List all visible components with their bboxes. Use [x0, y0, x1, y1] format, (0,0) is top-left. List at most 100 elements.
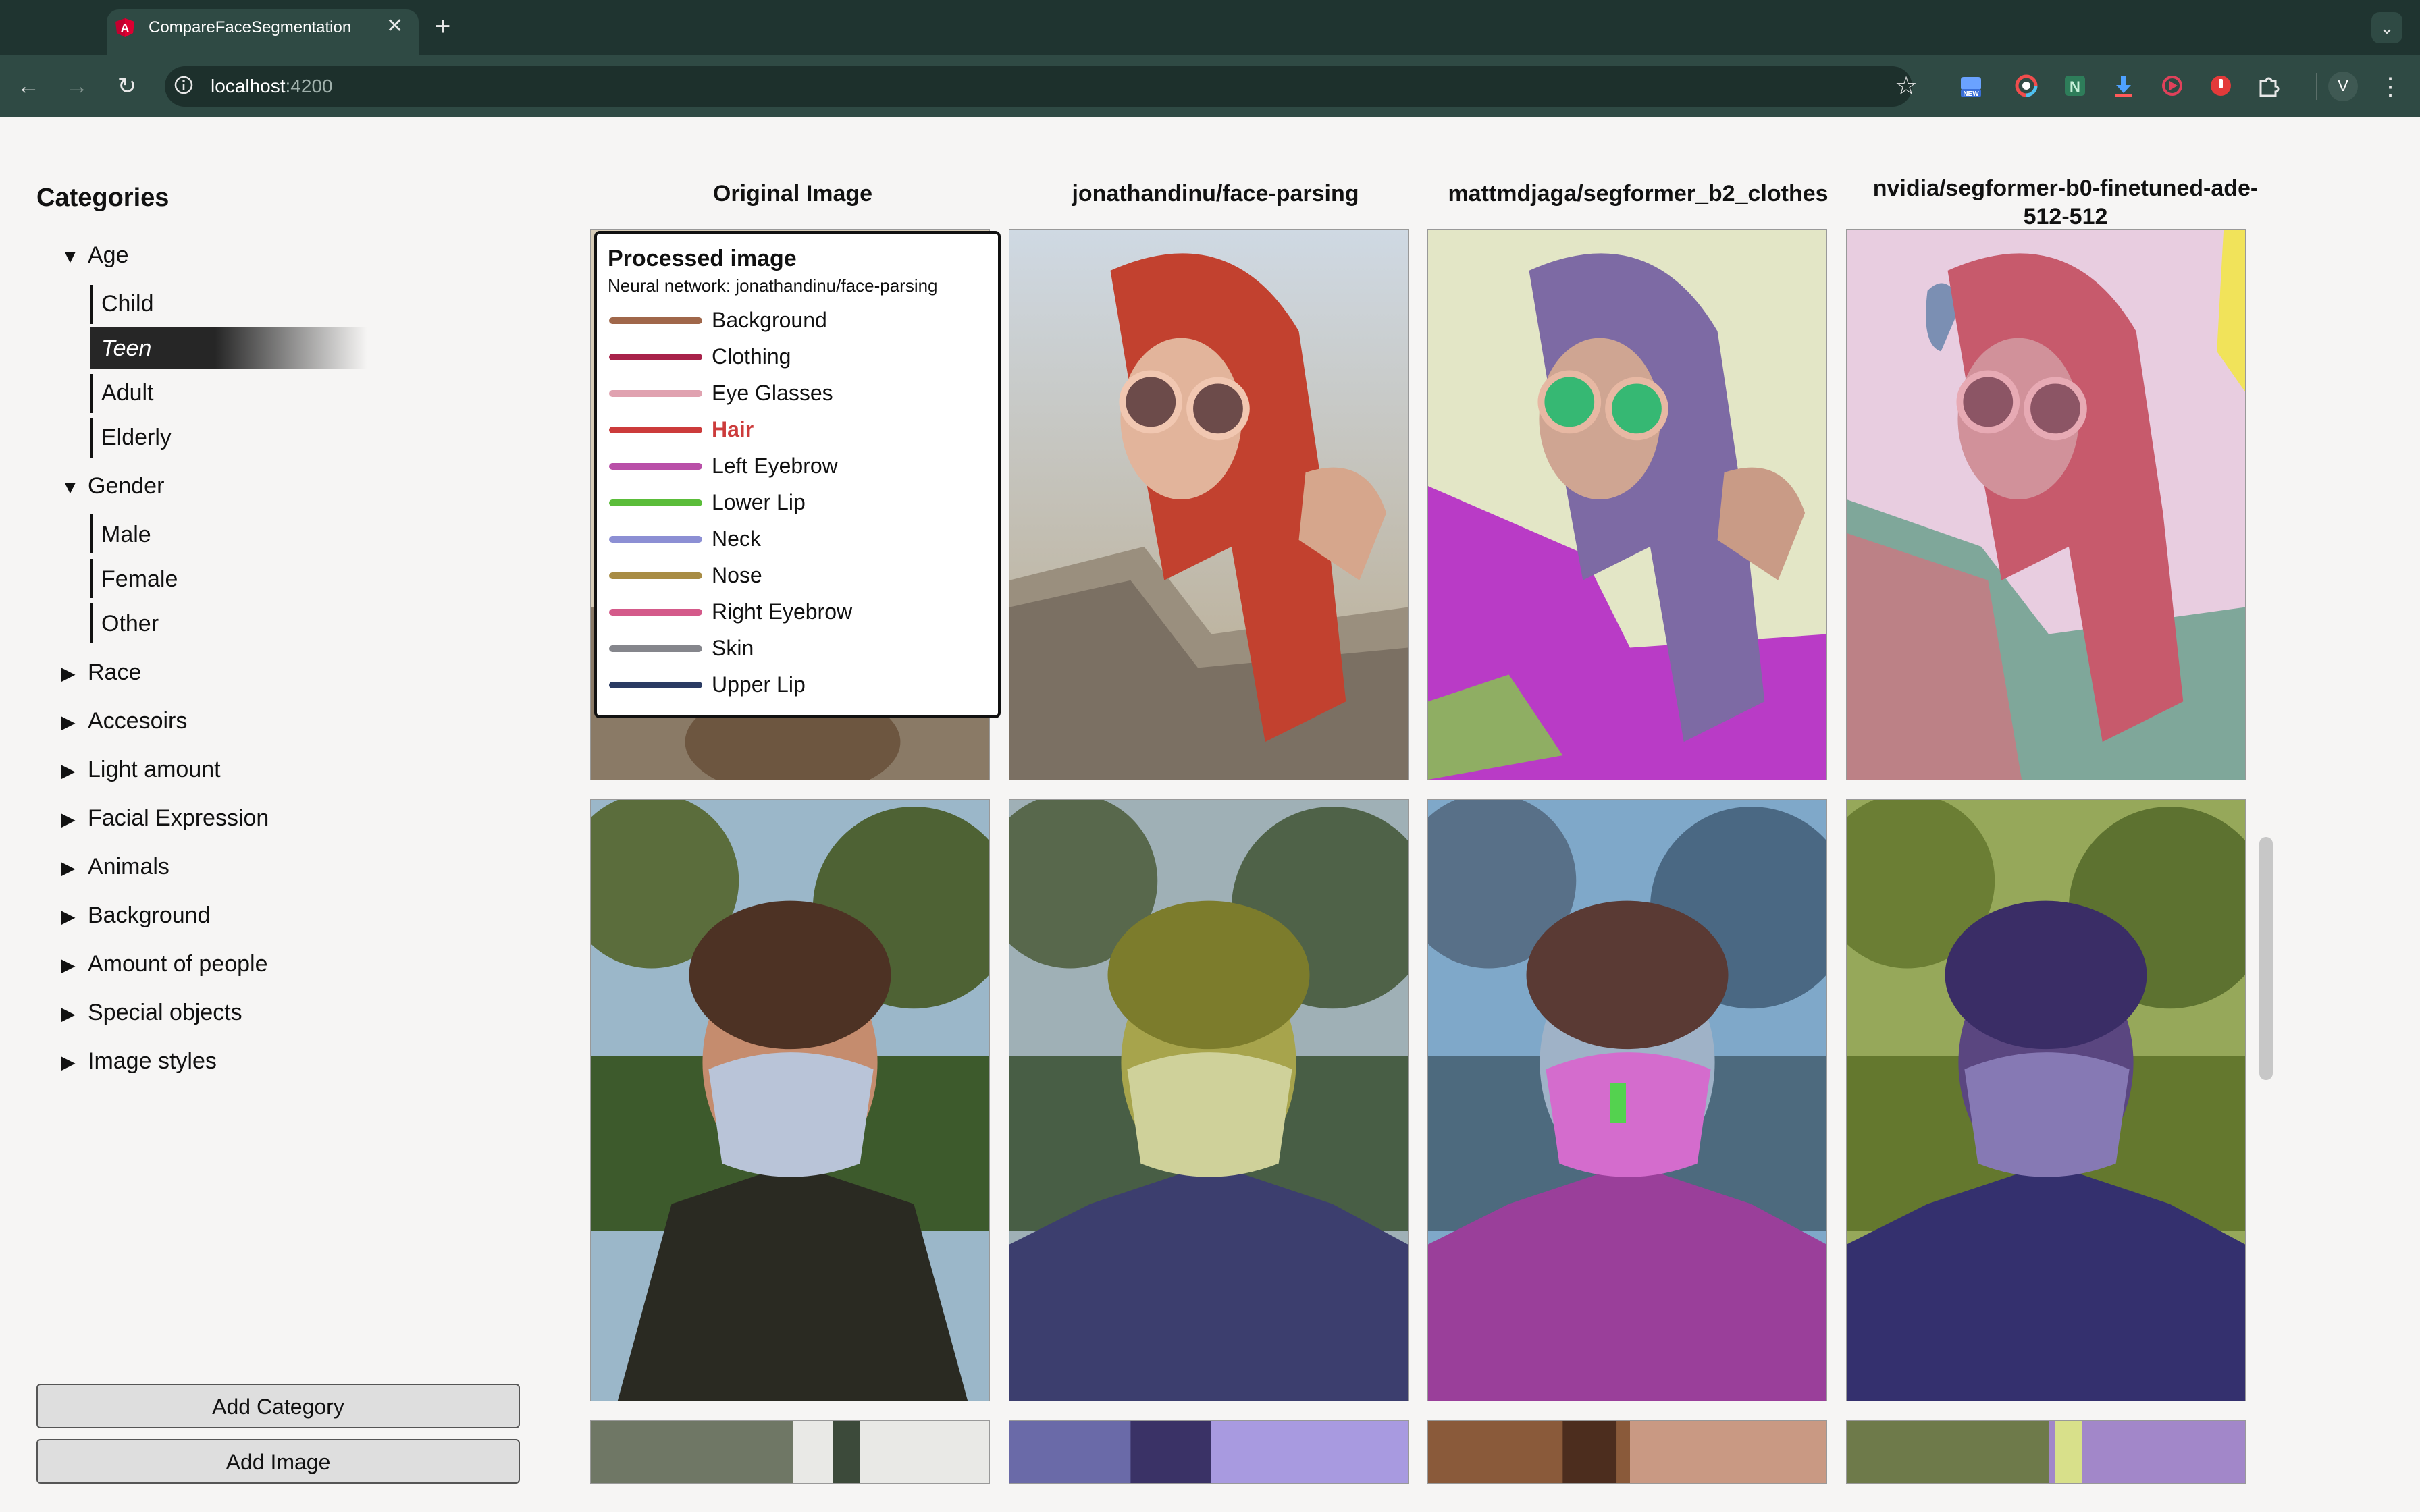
legend-swatch-nose: [609, 572, 702, 579]
tree-guide: [90, 418, 93, 458]
svg-text:A: A: [121, 22, 130, 35]
legend-label-upper-lip[interactable]: Upper Lip: [712, 671, 806, 698]
svg-text:N: N: [2070, 78, 2080, 95]
url-text[interactable]: localhost:4200: [211, 73, 333, 100]
category-label: Background: [88, 902, 211, 928]
category-animals[interactable]: ▶ Animals: [61, 852, 169, 883]
tree-guide: [90, 374, 93, 413]
legend-label-hair[interactable]: Hair: [712, 416, 754, 443]
category-background[interactable]: ▶ Background: [61, 900, 210, 932]
legend-swatch-left-eyebrow: [609, 463, 702, 470]
shield-extension-icon[interactable]: [2208, 73, 2234, 99]
legend-swatch-background: [609, 317, 702, 324]
leaf-male[interactable]: Male: [101, 520, 151, 549]
legend-swatch-right-eyebrow: [609, 609, 702, 616]
segformer-clothes-image-1[interactable]: [1427, 230, 1827, 780]
category-image-styles[interactable]: ▶ Image styles: [61, 1046, 217, 1077]
forward-button[interactable]: →: [61, 70, 93, 103]
browser-menu-icon[interactable]: ⋮: [2377, 70, 2404, 103]
segformer-ade-image-3[interactable]: [1846, 1420, 2246, 1484]
tree-guide: [90, 559, 93, 598]
tab-close-icon[interactable]: ✕: [386, 15, 403, 38]
legend-title: Processed image: [608, 246, 797, 271]
collapsed-triangle-icon: ▶: [61, 809, 76, 830]
segformer-ade-image-2[interactable]: [1846, 799, 2246, 1401]
category-light-amount[interactable]: ▶ Light amount: [61, 755, 221, 786]
new-tab-button[interactable]: +: [435, 9, 450, 43]
new-extension-icon[interactable]: NEW: [1958, 73, 1984, 99]
legend-label-background[interactable]: Background: [712, 306, 827, 333]
site-info-icon[interactable]: [173, 74, 194, 96]
category-gender[interactable]: ▼ Gender: [61, 471, 164, 502]
collapsed-triangle-icon: ▶: [61, 663, 76, 684]
category-label: Special objects: [88, 1000, 242, 1025]
page-scrollbar-thumb[interactable]: [2259, 837, 2273, 1080]
category-amount-of-people[interactable]: ▶ Amount of people: [61, 949, 268, 980]
tree-guide: [90, 285, 93, 324]
url-port: :4200: [285, 76, 333, 97]
column-header-segformer-ade: nvidia/segformer-b0-finetuned-ade-512-51…: [1872, 176, 2259, 230]
tree-guide: [90, 514, 93, 554]
n-extension-icon[interactable]: N: [2062, 73, 2088, 99]
category-label: Gender: [88, 473, 165, 499]
category-label: Light amount: [88, 757, 221, 782]
legend-label-eye-glasses[interactable]: Eye Glasses: [712, 379, 833, 406]
leaf-child[interactable]: Child: [101, 289, 153, 319]
legend-label-lower-lip[interactable]: Lower Lip: [712, 489, 806, 516]
expanded-triangle-icon: ▼: [61, 246, 80, 267]
segformer-ade-image-1[interactable]: [1846, 230, 2246, 780]
legend-label-skin[interactable]: Skin: [712, 634, 754, 662]
legend-swatch-skin: [609, 645, 702, 652]
category-accessories[interactable]: ▶ Accesoirs: [61, 706, 187, 737]
column-header-original: Original Image: [712, 181, 873, 207]
legend-swatch-upper-lip: [609, 682, 702, 688]
legend-label-right-eyebrow[interactable]: Right Eyebrow: [712, 598, 852, 625]
category-label: Animals: [88, 854, 169, 880]
column-header-face-parsing: jonathandinu/face-parsing: [1072, 181, 1359, 207]
face-parsing-image-3[interactable]: [1009, 1420, 1409, 1484]
svg-text:NEW: NEW: [1963, 90, 1979, 98]
record-extension-icon[interactable]: [2159, 73, 2185, 99]
legend-swatch-hair: [609, 427, 702, 433]
add-category-button[interactable]: Add Category: [36, 1384, 520, 1428]
download-icon[interactable]: [2111, 73, 2136, 99]
category-age[interactable]: ▼ Age: [61, 240, 129, 271]
tab-search-chevron-icon[interactable]: ⌄: [2371, 12, 2402, 43]
legend-label-left-eyebrow[interactable]: Left Eyebrow: [712, 452, 838, 479]
leaf-female[interactable]: Female: [101, 564, 178, 594]
color-picker-extension-icon[interactable]: [2014, 73, 2039, 99]
original-image-2[interactable]: [590, 799, 990, 1401]
tab-title: CompareFaceSegmentation: [149, 18, 352, 36]
segformer-clothes-image-3[interactable]: [1427, 1420, 1827, 1484]
legend-label-nose[interactable]: Nose: [712, 562, 762, 589]
category-label: Image styles: [88, 1048, 217, 1074]
collapsed-triangle-icon: ▶: [61, 954, 76, 975]
category-label: Accesoirs: [88, 708, 188, 734]
legend-label-clothing[interactable]: Clothing: [712, 343, 791, 370]
legend-label-neck[interactable]: Neck: [712, 525, 761, 552]
category-label: Age: [88, 242, 129, 268]
leaf-other[interactable]: Other: [101, 609, 159, 639]
leaf-elderly[interactable]: Elderly: [101, 423, 172, 452]
category-race[interactable]: ▶ Race: [61, 657, 141, 688]
address-bar[interactable]: [165, 66, 1912, 107]
back-button[interactable]: ←: [12, 70, 45, 103]
bookmark-star-icon[interactable]: ☆: [1895, 70, 1918, 103]
collapsed-triangle-icon: ▶: [61, 711, 76, 732]
add-image-button[interactable]: Add Image: [36, 1439, 520, 1484]
segformer-clothes-image-2[interactable]: [1427, 799, 1827, 1401]
profile-avatar[interactable]: V: [2328, 72, 2358, 101]
original-image-3[interactable]: [590, 1420, 990, 1484]
category-special-objects[interactable]: ▶ Special objects: [61, 998, 242, 1029]
leaf-teen[interactable]: Teen: [101, 333, 151, 363]
legend-swatch-lower-lip: [609, 500, 702, 506]
collapsed-triangle-icon: ▶: [61, 760, 76, 781]
face-parsing-image-2[interactable]: [1009, 799, 1409, 1401]
leaf-adult[interactable]: Adult: [101, 378, 154, 408]
face-parsing-image-1[interactable]: [1009, 230, 1409, 780]
reload-button[interactable]: ↻: [111, 70, 143, 103]
url-host: localhost: [211, 76, 286, 97]
sidebar-title: Categories: [36, 184, 169, 212]
category-facial-expression[interactable]: ▶ Facial Expression: [61, 803, 269, 834]
extensions-puzzle-icon[interactable]: [2255, 73, 2281, 99]
